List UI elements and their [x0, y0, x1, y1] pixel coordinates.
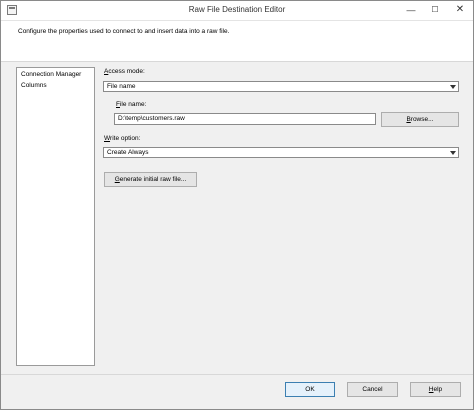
access-mode-label: Access mode:	[104, 68, 145, 75]
sidebar-nav: Connection Manager Columns	[16, 67, 95, 366]
access-mode-value: File name	[107, 83, 136, 90]
sidebar-item-columns[interactable]: Columns	[21, 82, 47, 89]
write-option-value: Create Always	[107, 149, 149, 156]
title-bar: Raw File Destination Editor — ☐ ✕	[1, 1, 473, 21]
generate-raw-file-button[interactable]: Generate initial raw file...	[104, 172, 197, 187]
browse-button[interactable]: Browse...	[381, 112, 459, 127]
footer-divider	[1, 374, 473, 375]
sidebar-item-connection-manager[interactable]: Connection Manager	[21, 71, 81, 78]
dialog-window: Raw File Destination Editor — ☐ ✕ Config…	[0, 0, 474, 410]
cancel-button[interactable]: Cancel	[347, 382, 398, 397]
minimize-icon[interactable]: —	[399, 1, 423, 20]
file-name-input[interactable]: D:\temp\customers.raw	[114, 113, 376, 125]
maximize-icon[interactable]: ☐	[423, 1, 447, 20]
write-option-dropdown[interactable]: Create Always	[103, 147, 459, 158]
header-description: Configure the properties used to connect…	[18, 28, 230, 35]
write-option-label: Write option:	[104, 135, 141, 142]
header-panel: Configure the properties used to connect…	[1, 21, 473, 62]
dropdown-arrow-icon	[450, 151, 456, 155]
dropdown-arrow-icon	[450, 85, 456, 89]
close-icon[interactable]: ✕	[447, 1, 473, 20]
ok-button[interactable]: OK	[285, 382, 335, 397]
help-button[interactable]: Help	[410, 382, 461, 397]
file-name-label: File name:	[116, 101, 147, 108]
access-mode-dropdown[interactable]: File name	[103, 81, 459, 92]
